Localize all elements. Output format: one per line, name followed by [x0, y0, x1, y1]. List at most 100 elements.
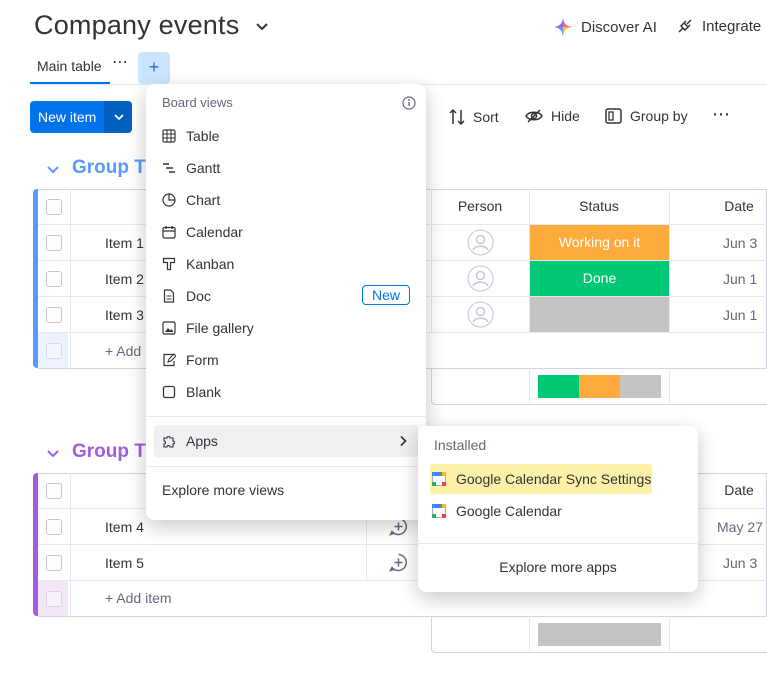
status-summary-bar[interactable] — [538, 623, 661, 646]
person-placeholder-icon[interactable] — [467, 301, 494, 328]
add-row-checkbox — [46, 343, 62, 359]
view-option-kanban[interactable]: Kanban — [154, 248, 418, 280]
menu-heading: Board views — [162, 95, 233, 110]
tab-more-icon[interactable]: ⋯ — [110, 54, 130, 76]
tab-main-table[interactable]: Main table — [30, 50, 109, 82]
integrate-icon — [678, 19, 692, 33]
date-cell[interactable]: Jun 3 — [723, 235, 757, 251]
item-name[interactable]: Item 1 — [105, 235, 144, 251]
form-icon — [163, 353, 176, 367]
view-option-label: Kanban — [186, 256, 235, 272]
row-checkbox[interactable] — [46, 519, 62, 535]
view-option-gantt[interactable]: Gantt — [154, 152, 418, 184]
summary-segment-working — [579, 375, 620, 398]
column-header-status[interactable]: Status — [529, 198, 669, 214]
row-checkbox[interactable] — [46, 271, 62, 287]
doc-icon — [163, 289, 175, 303]
chevron-down-icon[interactable] — [254, 18, 270, 34]
app-label: Google Calendar — [456, 503, 562, 519]
view-option-table[interactable]: Table — [154, 120, 418, 152]
view-option-label: Gantt — [186, 160, 221, 176]
view-option-label: Chart — [186, 192, 221, 208]
add-view-button[interactable]: + — [138, 52, 170, 84]
new-badge: New — [362, 285, 411, 305]
add-row-checkbox — [46, 591, 62, 607]
summary-segment-done — [538, 375, 579, 398]
item-name[interactable]: Item 2 — [105, 271, 144, 287]
view-option-chart[interactable]: Chart — [154, 184, 418, 216]
row-checkbox[interactable] — [46, 307, 62, 323]
integrate-button[interactable]: Integrate — [676, 17, 761, 35]
group-by-icon — [605, 108, 622, 124]
column-divider — [669, 616, 670, 653]
view-option-label: Blank — [186, 384, 222, 400]
explore-more-apps[interactable]: Explore more apps — [418, 559, 698, 575]
date-cell[interactable]: Jun 1 — [723, 271, 757, 287]
toolbar-more-button[interactable]: ⋯ — [712, 104, 730, 125]
menu-divider — [146, 466, 426, 467]
hide-button[interactable]: Hide — [525, 108, 580, 124]
status-cell[interactable]: Done — [530, 261, 669, 296]
column-divider — [70, 473, 71, 617]
view-option-label: Calendar — [186, 224, 243, 240]
new-item-button[interactable]: New item — [30, 101, 105, 133]
add-item-input[interactable]: + Add — [105, 343, 141, 359]
new-item-control: New item — [30, 101, 133, 133]
status-summary-bar[interactable] — [538, 375, 661, 398]
status-cell[interactable] — [530, 297, 669, 332]
select-all-checkbox[interactable] — [46, 199, 62, 215]
chevron-down-icon — [114, 114, 124, 121]
submenu-divider — [418, 543, 698, 544]
gantt-icon — [163, 163, 175, 173]
file-gallery-icon — [162, 321, 176, 335]
item-name[interactable]: Item 3 — [105, 307, 144, 323]
column-header-date[interactable]: Date — [669, 198, 767, 214]
discover-ai-button[interactable]: Discover AI — [553, 17, 657, 37]
hide-label: Hide — [551, 108, 580, 124]
group-by-button[interactable]: Group by — [605, 108, 688, 124]
info-icon[interactable] — [402, 96, 416, 110]
board-title[interactable]: Company events — [34, 10, 239, 41]
table-icon — [162, 129, 176, 143]
view-option-label: Doc — [186, 288, 211, 304]
row-checkbox[interactable] — [46, 235, 62, 251]
chevron-down-icon[interactable] — [46, 446, 60, 460]
date-cell[interactable]: Jun 3 — [723, 555, 757, 571]
calendar-icon — [162, 226, 176, 239]
person-placeholder-icon[interactable] — [467, 229, 494, 256]
add-update-icon[interactable] — [389, 553, 408, 572]
status-cell[interactable]: Working on it — [530, 225, 669, 260]
view-option-calendar[interactable]: Calendar — [154, 216, 418, 248]
apps-submenu: Installed Google Calendar Sync Settings … — [418, 426, 698, 592]
sort-button[interactable]: Sort — [449, 108, 499, 126]
column-divider — [70, 189, 71, 369]
item-name[interactable]: Item 4 — [105, 519, 144, 535]
add-item-input[interactable]: + Add item — [105, 590, 172, 606]
view-option-blank[interactable]: Blank — [154, 376, 418, 408]
app-google-calendar[interactable]: Google Calendar — [431, 503, 562, 519]
row-checkbox[interactable] — [46, 555, 62, 571]
menu-divider — [146, 416, 426, 417]
column-header-person[interactable]: Person — [431, 198, 529, 214]
new-item-dropdown[interactable] — [104, 101, 133, 133]
person-placeholder-icon[interactable] — [467, 265, 494, 292]
view-option-file-gallery[interactable]: File gallery — [154, 312, 418, 344]
select-all-checkbox[interactable] — [46, 483, 62, 499]
date-cell[interactable]: May 27 — [717, 519, 763, 535]
view-option-form[interactable]: Form — [154, 344, 418, 376]
group-title[interactable]: Group Th — [72, 157, 157, 179]
board-views-menu: Board views Table Gantt Chart Calendar K… — [146, 84, 426, 520]
tab-active-indicator — [30, 82, 110, 84]
group-by-label: Group by — [630, 108, 688, 124]
column-divider — [529, 616, 530, 653]
sort-label: Sort — [473, 109, 499, 125]
group-title[interactable]: Group Th — [72, 441, 157, 463]
chart-icon — [162, 193, 176, 207]
column-divider — [669, 368, 670, 405]
app-google-calendar-sync-settings[interactable]: Google Calendar Sync Settings — [431, 471, 651, 487]
apps-menu-item[interactable]: Apps — [154, 425, 418, 457]
explore-more-views[interactable]: Explore more views — [154, 474, 418, 506]
chevron-down-icon[interactable] — [46, 162, 60, 176]
item-name[interactable]: Item 5 — [105, 555, 144, 571]
date-cell[interactable]: Jun 1 — [723, 307, 757, 323]
